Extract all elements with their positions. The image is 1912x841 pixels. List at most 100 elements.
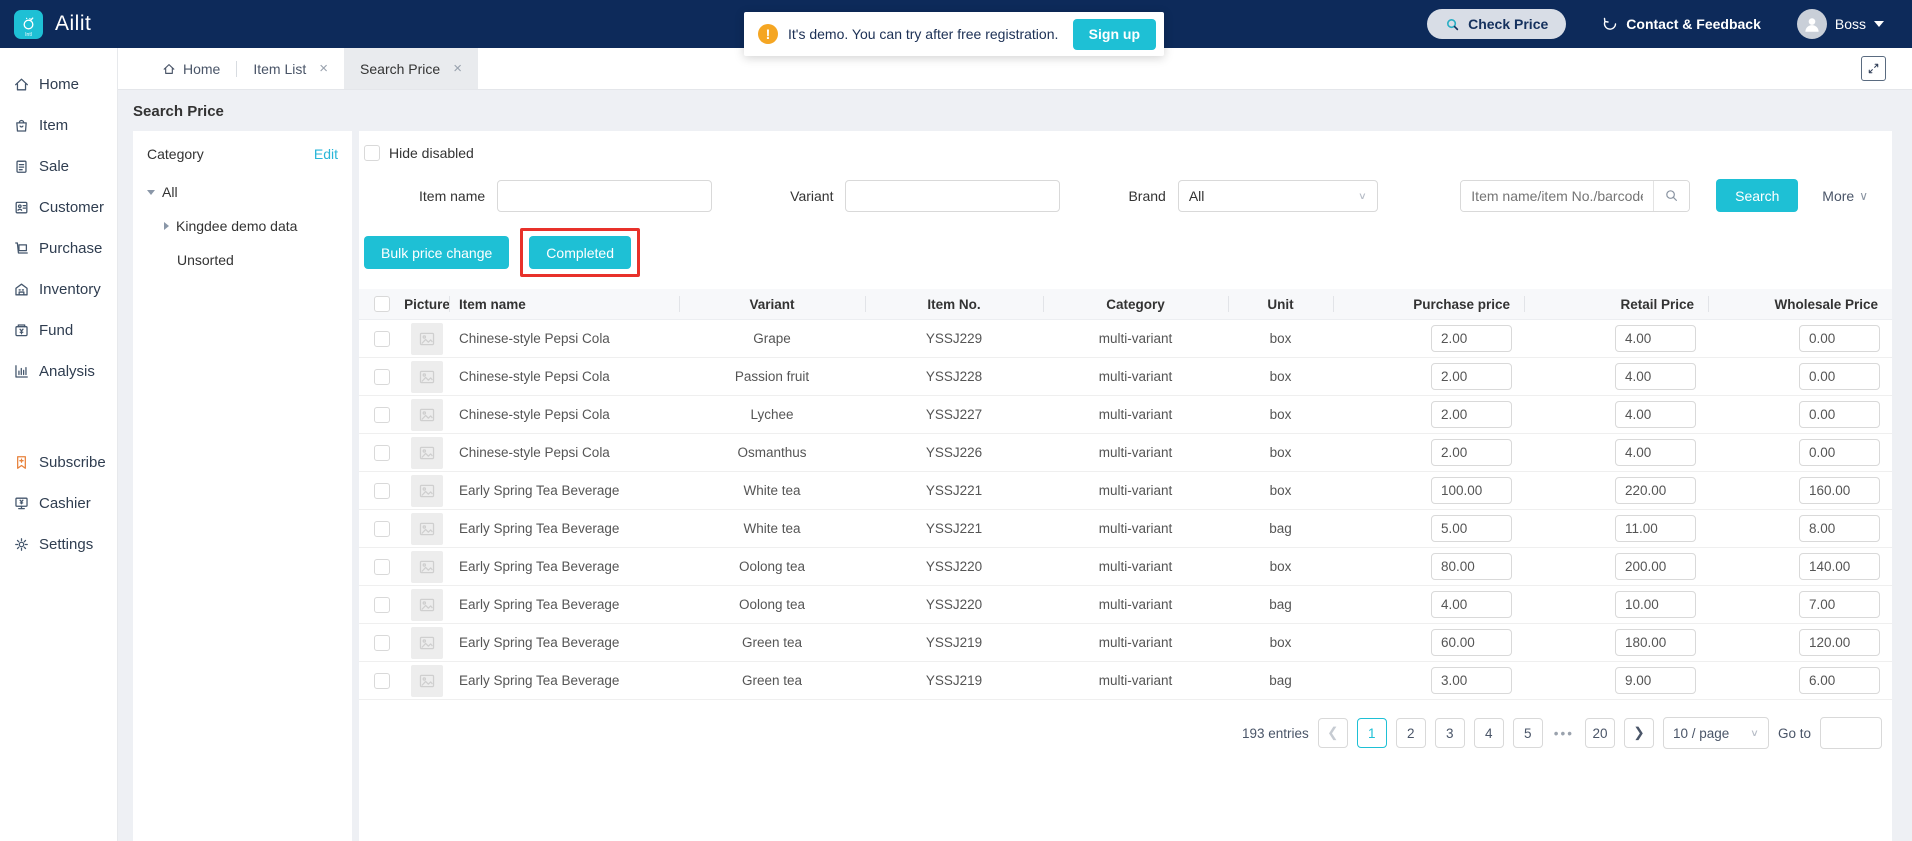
close-icon[interactable]: × <box>453 60 462 77</box>
expand-icon[interactable] <box>1861 56 1886 81</box>
tab-home[interactable]: Home <box>146 48 236 89</box>
wholesale-price-input[interactable] <box>1799 591 1880 618</box>
completed-button[interactable]: Completed <box>529 236 631 269</box>
row-checkbox[interactable] <box>374 444 390 461</box>
page-button-20[interactable]: 20 <box>1584 718 1615 748</box>
row-checkbox[interactable] <box>374 520 390 537</box>
row-checkbox[interactable] <box>374 634 390 651</box>
pages-ellipsis[interactable]: ••• <box>1554 726 1574 741</box>
retail-price-input[interactable] <box>1615 325 1696 352</box>
sidebar-item-purchase[interactable]: Purchase <box>0 228 117 269</box>
tree-item-all[interactable]: All <box>147 184 338 200</box>
tree-item-kingdee-demo-data[interactable]: Kingdee demo data <box>164 218 338 234</box>
purchase-price-input[interactable] <box>1431 591 1512 618</box>
retail-price-input[interactable] <box>1615 363 1696 390</box>
category-edit-link[interactable]: Edit <box>314 146 338 162</box>
wholesale-price-input[interactable] <box>1799 667 1880 694</box>
purchase-price-input[interactable] <box>1431 439 1512 466</box>
user-menu[interactable]: Boss <box>1796 9 1884 39</box>
caret-down-icon[interactable] <box>147 189 155 195</box>
row-checkbox[interactable] <box>374 558 390 575</box>
wholesale-price-input[interactable] <box>1799 515 1880 542</box>
tab-search-price[interactable]: Search Price × <box>344 48 478 89</box>
retail-price-input[interactable] <box>1615 591 1696 618</box>
item-name-input[interactable] <box>497 179 713 212</box>
sidebar-item-analysis[interactable]: Analysis <box>0 351 117 392</box>
variant-cell: White tea <box>743 483 801 498</box>
search-icon[interactable] <box>1653 180 1690 211</box>
chevron-down-icon: ∨ <box>1750 727 1759 739</box>
row-checkbox[interactable] <box>374 672 390 689</box>
close-icon[interactable]: × <box>319 60 328 77</box>
sidebar-item-sale[interactable]: Sale <box>0 146 117 187</box>
keyword-search-input[interactable] <box>1461 180 1654 211</box>
purchase-price-input[interactable] <box>1431 401 1512 428</box>
item-name-cell: Early Spring Tea Beverage <box>459 597 620 612</box>
retail-price-input[interactable] <box>1615 515 1696 542</box>
analysis-icon <box>15 365 28 378</box>
tab-item-list[interactable]: Item List × <box>237 48 344 89</box>
retail-price-input[interactable] <box>1615 439 1696 466</box>
caret-right-icon[interactable] <box>164 222 169 230</box>
image-placeholder-icon <box>411 322 443 355</box>
sidebar-item-customer[interactable]: Customer <box>0 187 117 228</box>
item-name-cell: Chinese-style Pepsi Cola <box>459 369 610 384</box>
wholesale-price-input[interactable] <box>1799 477 1880 504</box>
row-checkbox[interactable] <box>374 330 390 347</box>
brand[interactable]: Intl Ailit <box>14 9 91 39</box>
page-button-4[interactable]: 4 <box>1473 718 1504 748</box>
wholesale-price-input[interactable] <box>1799 325 1880 352</box>
sidebar-item-item[interactable]: Item <box>0 105 117 146</box>
goto-page-input[interactable] <box>1820 717 1882 749</box>
purchase-price-input[interactable] <box>1431 515 1512 542</box>
page-button-3[interactable]: 3 <box>1434 718 1465 748</box>
sidebar-item-subscribe[interactable]: Subscribe <box>0 442 117 483</box>
purchase-price-input[interactable] <box>1431 629 1512 656</box>
bulk-price-change-button[interactable]: Bulk price change <box>364 236 510 269</box>
purchase-price-input[interactable] <box>1431 667 1512 694</box>
sidebar-item-home[interactable]: Home <box>0 64 117 105</box>
variant-input[interactable] <box>845 179 1061 212</box>
wholesale-price-input[interactable] <box>1799 363 1880 390</box>
retail-price-input[interactable] <box>1615 477 1696 504</box>
sidebar-label: Fund <box>39 322 74 339</box>
next-page-button[interactable]: ❯ <box>1623 718 1654 748</box>
table-row: Chinese-style Pepsi Cola Lychee YSSJ227 … <box>359 396 1892 434</box>
purchase-price-input[interactable] <box>1431 363 1512 390</box>
prev-page-button[interactable]: ❮ <box>1317 718 1348 748</box>
wholesale-price-input[interactable] <box>1799 629 1880 656</box>
row-checkbox[interactable] <box>374 406 390 423</box>
page-button-5[interactable]: 5 <box>1512 718 1543 748</box>
row-checkbox[interactable] <box>374 482 390 499</box>
sign-up-button[interactable]: Sign up <box>1072 18 1156 50</box>
sidebar-item-cashier[interactable]: Cashier <box>0 483 117 524</box>
wholesale-price-input[interactable] <box>1799 401 1880 428</box>
brand-select[interactable]: All ∨ <box>1177 179 1378 212</box>
wholesale-price-input[interactable] <box>1799 439 1880 466</box>
sidebar-item-settings[interactable]: Settings <box>0 524 117 565</box>
retail-price-input[interactable] <box>1615 629 1696 656</box>
row-checkbox[interactable] <box>374 596 390 613</box>
purchase-price-input[interactable] <box>1431 553 1512 580</box>
item-icon <box>16 119 27 132</box>
page-button-1[interactable]: 1 <box>1356 718 1387 748</box>
purchase-price-input[interactable] <box>1431 325 1512 352</box>
retail-price-input[interactable] <box>1615 553 1696 580</box>
purchase-price-input[interactable] <box>1431 477 1512 504</box>
retail-price-input[interactable] <box>1615 667 1696 694</box>
chevron-down-icon: ∨ <box>1358 189 1367 202</box>
contact-feedback-button[interactable]: Contact & Feedback <box>1602 16 1761 32</box>
tree-item-unsorted[interactable]: Unsorted <box>177 252 338 268</box>
select-all-checkbox[interactable] <box>374 296 390 312</box>
hide-disabled-checkbox[interactable] <box>364 145 380 161</box>
wholesale-price-input[interactable] <box>1799 553 1880 580</box>
retail-price-input[interactable] <box>1615 401 1696 428</box>
search-button[interactable]: Search <box>1716 179 1799 212</box>
per-page-select[interactable]: 10 / page ∨ <box>1662 717 1769 749</box>
sidebar-item-inventory[interactable]: Inventory <box>0 269 117 310</box>
page-button-2[interactable]: 2 <box>1395 718 1426 748</box>
check-price-button[interactable]: Check Price <box>1427 9 1567 39</box>
row-checkbox[interactable] <box>374 368 390 385</box>
sidebar-item-fund[interactable]: Fund <box>0 310 117 351</box>
more-toggle[interactable]: More ∨ <box>1822 188 1868 204</box>
